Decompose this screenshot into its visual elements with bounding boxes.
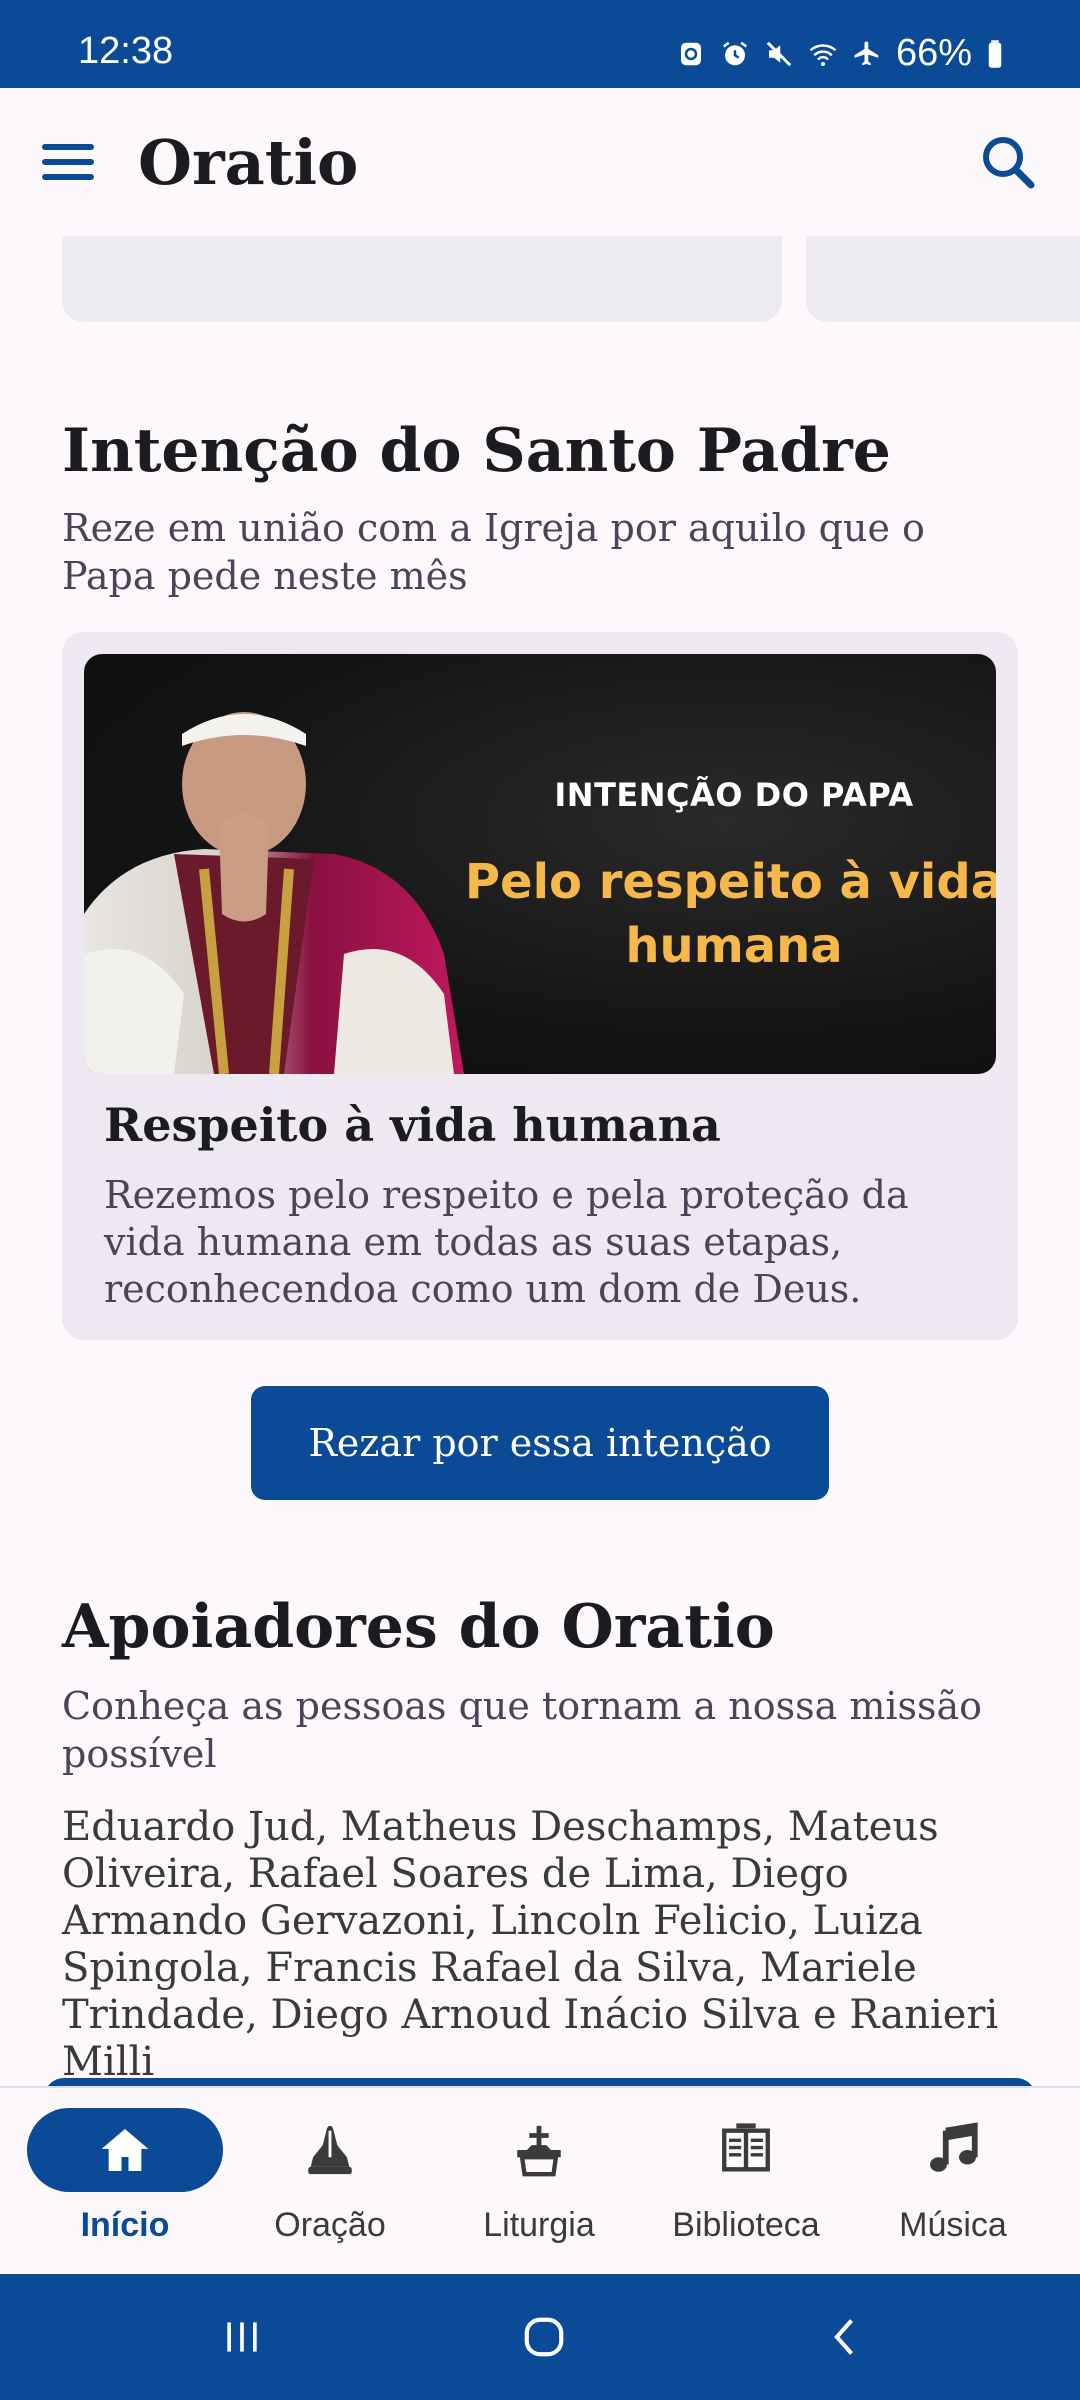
menu-icon bbox=[42, 144, 94, 180]
praying-hands-icon bbox=[308, 2125, 352, 2175]
supporters-names: Eduardo Jud, Matheus Deschamps, Mateus O… bbox=[62, 1804, 999, 2085]
intention-section-title: Intenção do Santo Padre bbox=[62, 416, 891, 486]
status-bar: 12:38 66% bbox=[0, 0, 1080, 88]
intention-section-subtitle: Reze em união com a Igreja por aquilo qu… bbox=[62, 506, 925, 598]
intention-card-title: Respeito à vida humana bbox=[104, 1098, 721, 1152]
nav-item-inicio[interactable]: Início bbox=[17, 2088, 233, 2276]
nav-label-liturgia: Liturgia bbox=[483, 2206, 595, 2244]
carousel-card-next[interactable] bbox=[806, 236, 1080, 322]
pray-intention-button[interactable]: Rezar por essa intenção bbox=[251, 1386, 829, 1500]
back-chevron-icon bbox=[834, 2319, 854, 2355]
sync-icon bbox=[680, 42, 701, 65]
intention-card-description: Rezemos pelo respeito e pela proteção da… bbox=[104, 1173, 909, 1311]
mute-icon bbox=[766, 41, 792, 66]
next-section-card[interactable] bbox=[44, 2078, 1036, 2086]
status-time: 12:38 bbox=[78, 30, 174, 72]
banner-kicker: INTENÇÃO DO PAPA bbox=[554, 776, 914, 814]
alarm-icon bbox=[722, 41, 747, 65]
book-icon bbox=[722, 2123, 770, 2172]
home-circle-icon bbox=[524, 2317, 564, 2357]
intention-card[interactable]: INTENÇÃO DO PAPA Pelo respeito à vida hu… bbox=[62, 632, 1018, 1340]
search-button[interactable] bbox=[976, 130, 1040, 194]
nav-label-inicio: Início bbox=[80, 2206, 170, 2244]
supporters-section-title: Apoiadores do Oratio bbox=[62, 1592, 775, 1662]
recent-apps-button[interactable] bbox=[202, 2304, 282, 2370]
pope-praying-illustration bbox=[84, 712, 464, 1074]
recent-apps-icon bbox=[227, 2322, 257, 2352]
back-button[interactable] bbox=[806, 2304, 886, 2370]
nav-label-musica: Música bbox=[899, 2206, 1007, 2244]
battery-percentage: 66% bbox=[895, 32, 972, 74]
wifi-icon bbox=[809, 43, 837, 66]
carousel-card[interactable] bbox=[62, 236, 782, 322]
nav-label-biblioteca: Biblioteca bbox=[672, 2206, 820, 2244]
app-bar: Oratio bbox=[0, 88, 1080, 236]
banner-headline: Pelo respeito à vida humana bbox=[464, 854, 996, 974]
supporters-section-subtitle: Conheça as pessoas que tornam a nossa mi… bbox=[62, 1684, 983, 1776]
intention-banner-image: INTENÇÃO DO PAPA Pelo respeito à vida hu… bbox=[84, 654, 996, 1074]
battery-icon bbox=[988, 39, 1002, 68]
nav-icon-wrap bbox=[648, 2108, 844, 2192]
nav-active-indicator bbox=[27, 2108, 223, 2192]
home-content[interactable]: Intenção do Santo Padre Reze em união co… bbox=[0, 236, 1080, 2086]
bottom-navigation: Início Oração Liturgia Biblioteca Música bbox=[0, 2086, 1080, 2274]
music-note-icon bbox=[930, 2122, 978, 2172]
nav-icon-wrap bbox=[855, 2108, 1051, 2192]
nav-item-liturgia[interactable]: Liturgia bbox=[431, 2088, 647, 2276]
menu-button[interactable] bbox=[36, 130, 100, 194]
status-icons: 66% bbox=[676, 32, 1004, 75]
search-icon bbox=[983, 137, 1035, 189]
nav-icon-wrap bbox=[232, 2108, 428, 2192]
system-navigation-bar bbox=[0, 2274, 1080, 2400]
nav-label-oracao: Oração bbox=[274, 2206, 386, 2244]
app-title: Oratio bbox=[138, 126, 359, 199]
nav-item-biblioteca[interactable]: Biblioteca bbox=[638, 2088, 854, 2276]
nav-icon-wrap bbox=[441, 2108, 637, 2192]
altar-icon bbox=[517, 2125, 561, 2177]
airplane-icon bbox=[854, 41, 879, 65]
home-icon bbox=[101, 2129, 149, 2171]
home-system-button[interactable] bbox=[504, 2304, 584, 2370]
nav-item-oracao[interactable]: Oração bbox=[222, 2088, 438, 2276]
nav-item-musica[interactable]: Música bbox=[845, 2088, 1061, 2276]
